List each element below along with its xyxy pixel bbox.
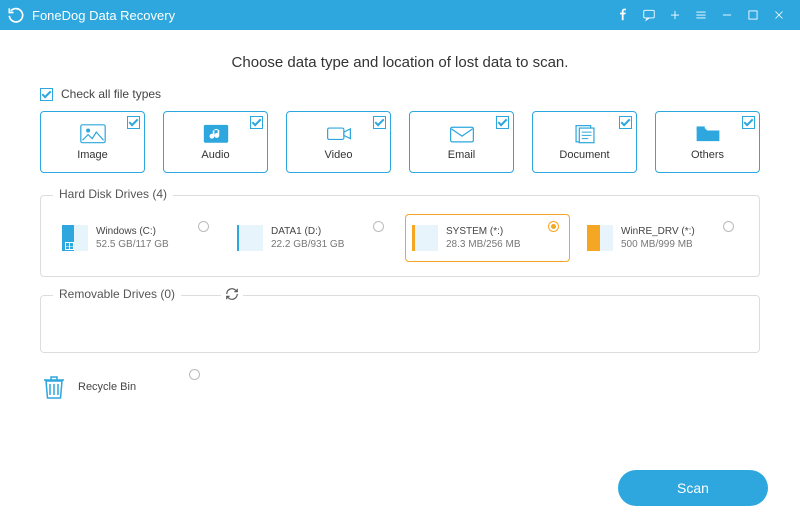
app-title: FoneDog Data Recovery [32, 8, 175, 23]
type-audio-checkbox[interactable] [250, 116, 263, 129]
check-all-label: Check all file types [61, 87, 161, 101]
drive-name: SYSTEM (*:) [446, 225, 520, 239]
scan-button[interactable]: Scan [618, 470, 768, 506]
titlebar: FoneDog Data Recovery [0, 0, 800, 30]
drive-radio[interactable] [548, 221, 559, 232]
drive-size: 52.5 GB/117 GB [96, 238, 169, 252]
type-others-checkbox[interactable] [742, 116, 755, 129]
hdd-group: Hard Disk Drives (4) Windows (C:)52.5 GB… [40, 195, 760, 277]
page-heading: Choose data type and location of lost da… [40, 54, 760, 71]
drive-size: 22.2 GB/931 GB [271, 238, 344, 252]
removable-legend: Removable Drives (0) [53, 287, 181, 301]
drive-item[interactable]: SYSTEM (*:)28.3 MB/256 MB [405, 214, 570, 262]
type-others[interactable]: Others [655, 111, 760, 173]
recycle-radio[interactable] [189, 369, 200, 380]
drive-radio[interactable] [373, 221, 384, 232]
email-icon [449, 123, 475, 145]
type-image[interactable]: Image [40, 111, 145, 173]
maximize-icon[interactable] [740, 0, 766, 30]
type-audio[interactable]: Audio [163, 111, 268, 173]
minimize-icon[interactable] [714, 0, 740, 30]
type-label: Video [325, 149, 353, 161]
close-icon[interactable] [766, 0, 792, 30]
trash-icon [40, 373, 68, 401]
drive-size: 28.3 MB/256 MB [446, 238, 520, 252]
refresh-icon[interactable] [221, 287, 243, 306]
image-icon [80, 123, 106, 145]
folder-icon [695, 123, 721, 145]
drive-name: Windows (C:) [96, 225, 169, 239]
drive-name: DATA1 (D:) [271, 225, 344, 239]
check-all-checkbox[interactable] [40, 88, 53, 101]
drive-radio[interactable] [198, 221, 209, 232]
type-email[interactable]: Email [409, 111, 514, 173]
type-video[interactable]: Video [286, 111, 391, 173]
video-icon [326, 123, 352, 145]
audio-icon [203, 123, 229, 145]
drive-item[interactable]: Windows (C:)52.5 GB/117 GB [55, 214, 220, 262]
plus-icon[interactable] [662, 0, 688, 30]
check-all-row[interactable]: Check all file types [40, 87, 760, 101]
type-video-checkbox[interactable] [373, 116, 386, 129]
type-document-checkbox[interactable] [619, 116, 632, 129]
type-label: Audio [201, 149, 229, 161]
recycle-bin-item[interactable]: Recycle Bin [40, 373, 200, 401]
file-type-grid: Image Audio Video Email Document Others [40, 111, 760, 173]
feedback-icon[interactable] [636, 0, 662, 30]
removable-group: Removable Drives (0) [40, 295, 760, 353]
drive-item[interactable]: WinRE_DRV (*:)500 MB/999 MB [580, 214, 745, 262]
drive-size: 500 MB/999 MB [621, 238, 695, 252]
disk-icon [412, 225, 438, 251]
disk-icon [587, 225, 613, 251]
hdd-legend: Hard Disk Drives (4) [53, 187, 173, 201]
type-label: Email [448, 149, 476, 161]
type-label: Others [691, 149, 724, 161]
type-label: Image [77, 149, 108, 161]
type-image-checkbox[interactable] [127, 116, 140, 129]
type-email-checkbox[interactable] [496, 116, 509, 129]
menu-icon[interactable] [688, 0, 714, 30]
disk-icon [62, 225, 88, 251]
type-label: Document [559, 149, 609, 161]
recycle-label: Recycle Bin [78, 381, 136, 393]
type-document[interactable]: Document [532, 111, 637, 173]
drive-radio[interactable] [723, 221, 734, 232]
facebook-icon[interactable] [610, 0, 636, 30]
drive-name: WinRE_DRV (*:) [621, 225, 695, 239]
drive-item[interactable]: DATA1 (D:)22.2 GB/931 GB [230, 214, 395, 262]
document-icon [572, 123, 598, 145]
disk-icon [237, 225, 263, 251]
app-logo [6, 5, 26, 25]
